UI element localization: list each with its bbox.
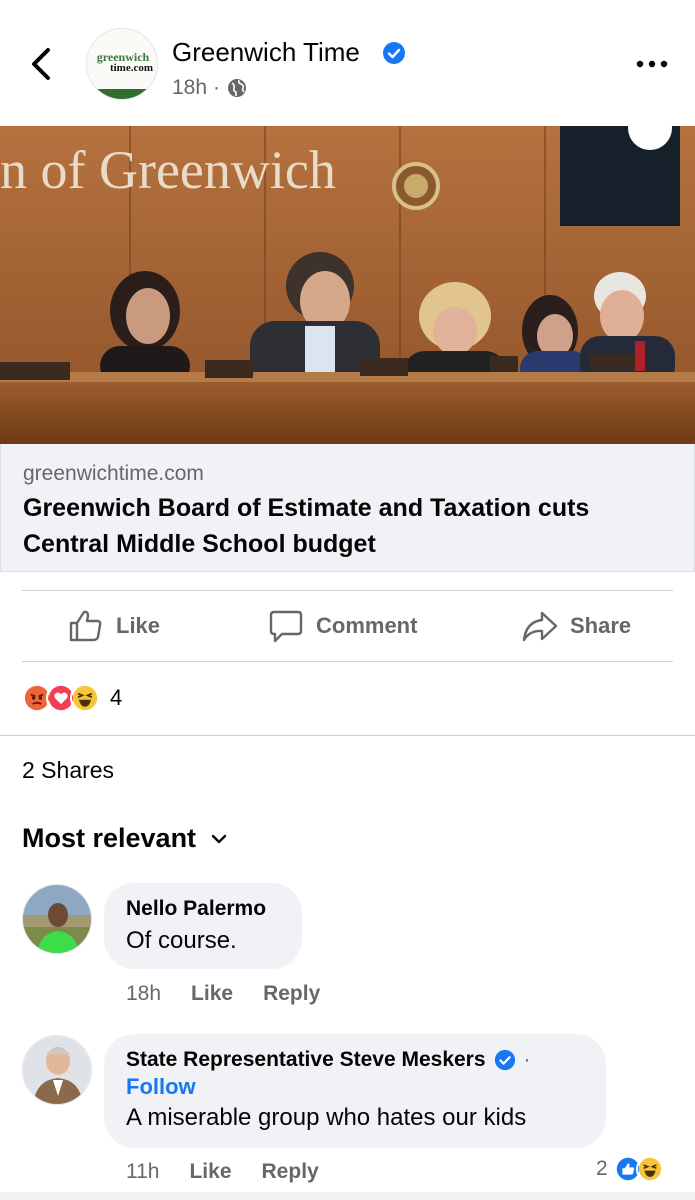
verified-badge-icon <box>383 42 405 64</box>
sort-label: Most relevant <box>22 823 197 853</box>
divider <box>22 661 673 662</box>
divider <box>0 735 695 736</box>
globe-icon <box>228 79 247 97</box>
wall-lettering: n of Greenwich <box>0 140 336 200</box>
thumbs-up-icon <box>69 610 102 642</box>
haha-reaction-icon <box>70 683 100 713</box>
follow-button[interactable]: Follow <box>126 1074 584 1100</box>
chevron-down-icon <box>211 834 227 843</box>
logo-subtext: time.com <box>109 62 153 74</box>
comment-like-button[interactable]: Like <box>191 982 233 1006</box>
comment-author-name: State Representative Steve Meskers <box>126 1048 486 1071</box>
name-separator: · <box>523 1048 531 1071</box>
comment-reaction-summary[interactable]: 2 <box>596 1155 664 1183</box>
link-title[interactable]: Greenwich Board of Estimate and Taxation… <box>23 490 663 562</box>
comment-like-button[interactable]: Like <box>189 1160 231 1184</box>
divider <box>22 590 673 591</box>
more-options-icon[interactable] <box>634 54 670 74</box>
post-meta: 18h · <box>172 76 248 100</box>
link-domain: greenwichtime.com <box>23 462 204 485</box>
meta-separator: · <box>213 76 221 99</box>
comment-bubble: State Representative Steve Meskers · Fol… <box>104 1034 606 1148</box>
comment-author[interactable]: Nello Palermo <box>126 897 280 921</box>
back-arrow-icon[interactable] <box>26 44 56 84</box>
comment-sort-dropdown[interactable]: Most relevant <box>22 823 228 854</box>
reaction-count: 4 <box>110 685 123 710</box>
comment-actions: 18h Like Reply <box>126 982 320 1006</box>
comment-reply-button[interactable]: Reply <box>263 982 320 1006</box>
commenter-avatar[interactable] <box>22 1035 92 1105</box>
share-count[interactable]: 2 Shares <box>22 757 114 784</box>
haha-reaction-icon <box>635 1155 664 1183</box>
share-button[interactable]: Share <box>522 604 631 648</box>
reaction-summary[interactable]: 4 <box>22 683 122 713</box>
post-header: greenwich time.com Greenwich Time 18h · <box>0 0 695 126</box>
bottom-edge <box>0 1192 695 1200</box>
comment-icon <box>269 610 303 643</box>
comment-text: A miserable group who hates our kids <box>126 1104 527 1131</box>
comment-time[interactable]: 18h <box>126 982 161 1006</box>
comment-actions: 11h Like Reply <box>126 1160 319 1184</box>
commenter-avatar[interactable] <box>22 884 92 954</box>
link-preview[interactable]: greenwichtime.com Greenwich Board of Est… <box>0 444 695 572</box>
post-time[interactable]: 18h <box>172 76 207 100</box>
comment-reply-button[interactable]: Reply <box>262 1160 319 1184</box>
like-label: Like <box>116 613 161 638</box>
comment-reaction-count: 2 <box>596 1157 608 1180</box>
comment-text: Of course. <box>126 927 237 954</box>
share-label: Share <box>570 613 632 638</box>
page-avatar[interactable]: greenwich time.com <box>86 28 158 100</box>
board-meeting-photo: n of Greenwich <box>0 126 695 444</box>
comment-bubble: Nello Palermo Of course. <box>104 883 302 969</box>
comment-button[interactable]: Comment <box>268 604 417 648</box>
verified-badge-icon <box>494 1049 515 1071</box>
like-button[interactable]: Like <box>68 604 160 648</box>
logo-bar <box>87 89 157 99</box>
comment-label: Comment <box>316 613 418 638</box>
comment-author[interactable]: State Representative Steve Meskers · <box>126 1048 584 1072</box>
comment-author-name: Nello Palermo <box>126 897 267 920</box>
page-name[interactable]: Greenwich Time <box>172 37 360 68</box>
comment-time[interactable]: 11h <box>126 1160 159 1184</box>
link-preview-image[interactable]: n of Greenwich <box>0 126 695 444</box>
share-arrow-icon <box>522 611 558 642</box>
